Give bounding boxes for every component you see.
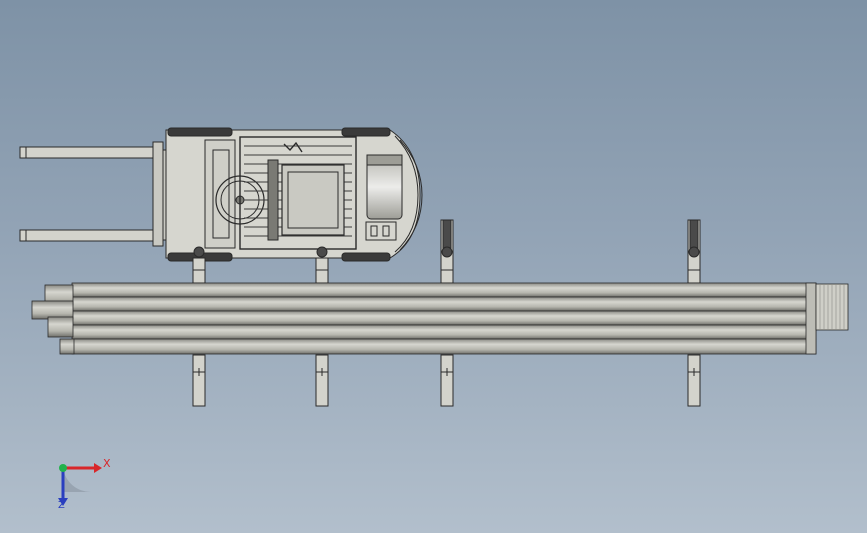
y-axis-dot xyxy=(59,464,67,472)
forklift[interactable] xyxy=(19,127,423,262)
cad-model-canvas[interactable] xyxy=(0,0,867,533)
axis-x-label: X xyxy=(103,457,111,470)
pipe-1 xyxy=(71,282,817,298)
pipe-2 xyxy=(71,296,817,312)
forklift-body xyxy=(165,127,423,262)
pipe-3 xyxy=(71,310,817,326)
axis-z-label: Z xyxy=(58,500,65,511)
pipe-5 xyxy=(71,338,817,355)
cad-viewport[interactable]: X Z xyxy=(0,0,867,533)
forklift-forks xyxy=(19,146,159,242)
support-lower-posts xyxy=(192,354,701,407)
pipe-4 xyxy=(71,324,817,340)
pipe-bundle[interactable] xyxy=(31,282,849,355)
